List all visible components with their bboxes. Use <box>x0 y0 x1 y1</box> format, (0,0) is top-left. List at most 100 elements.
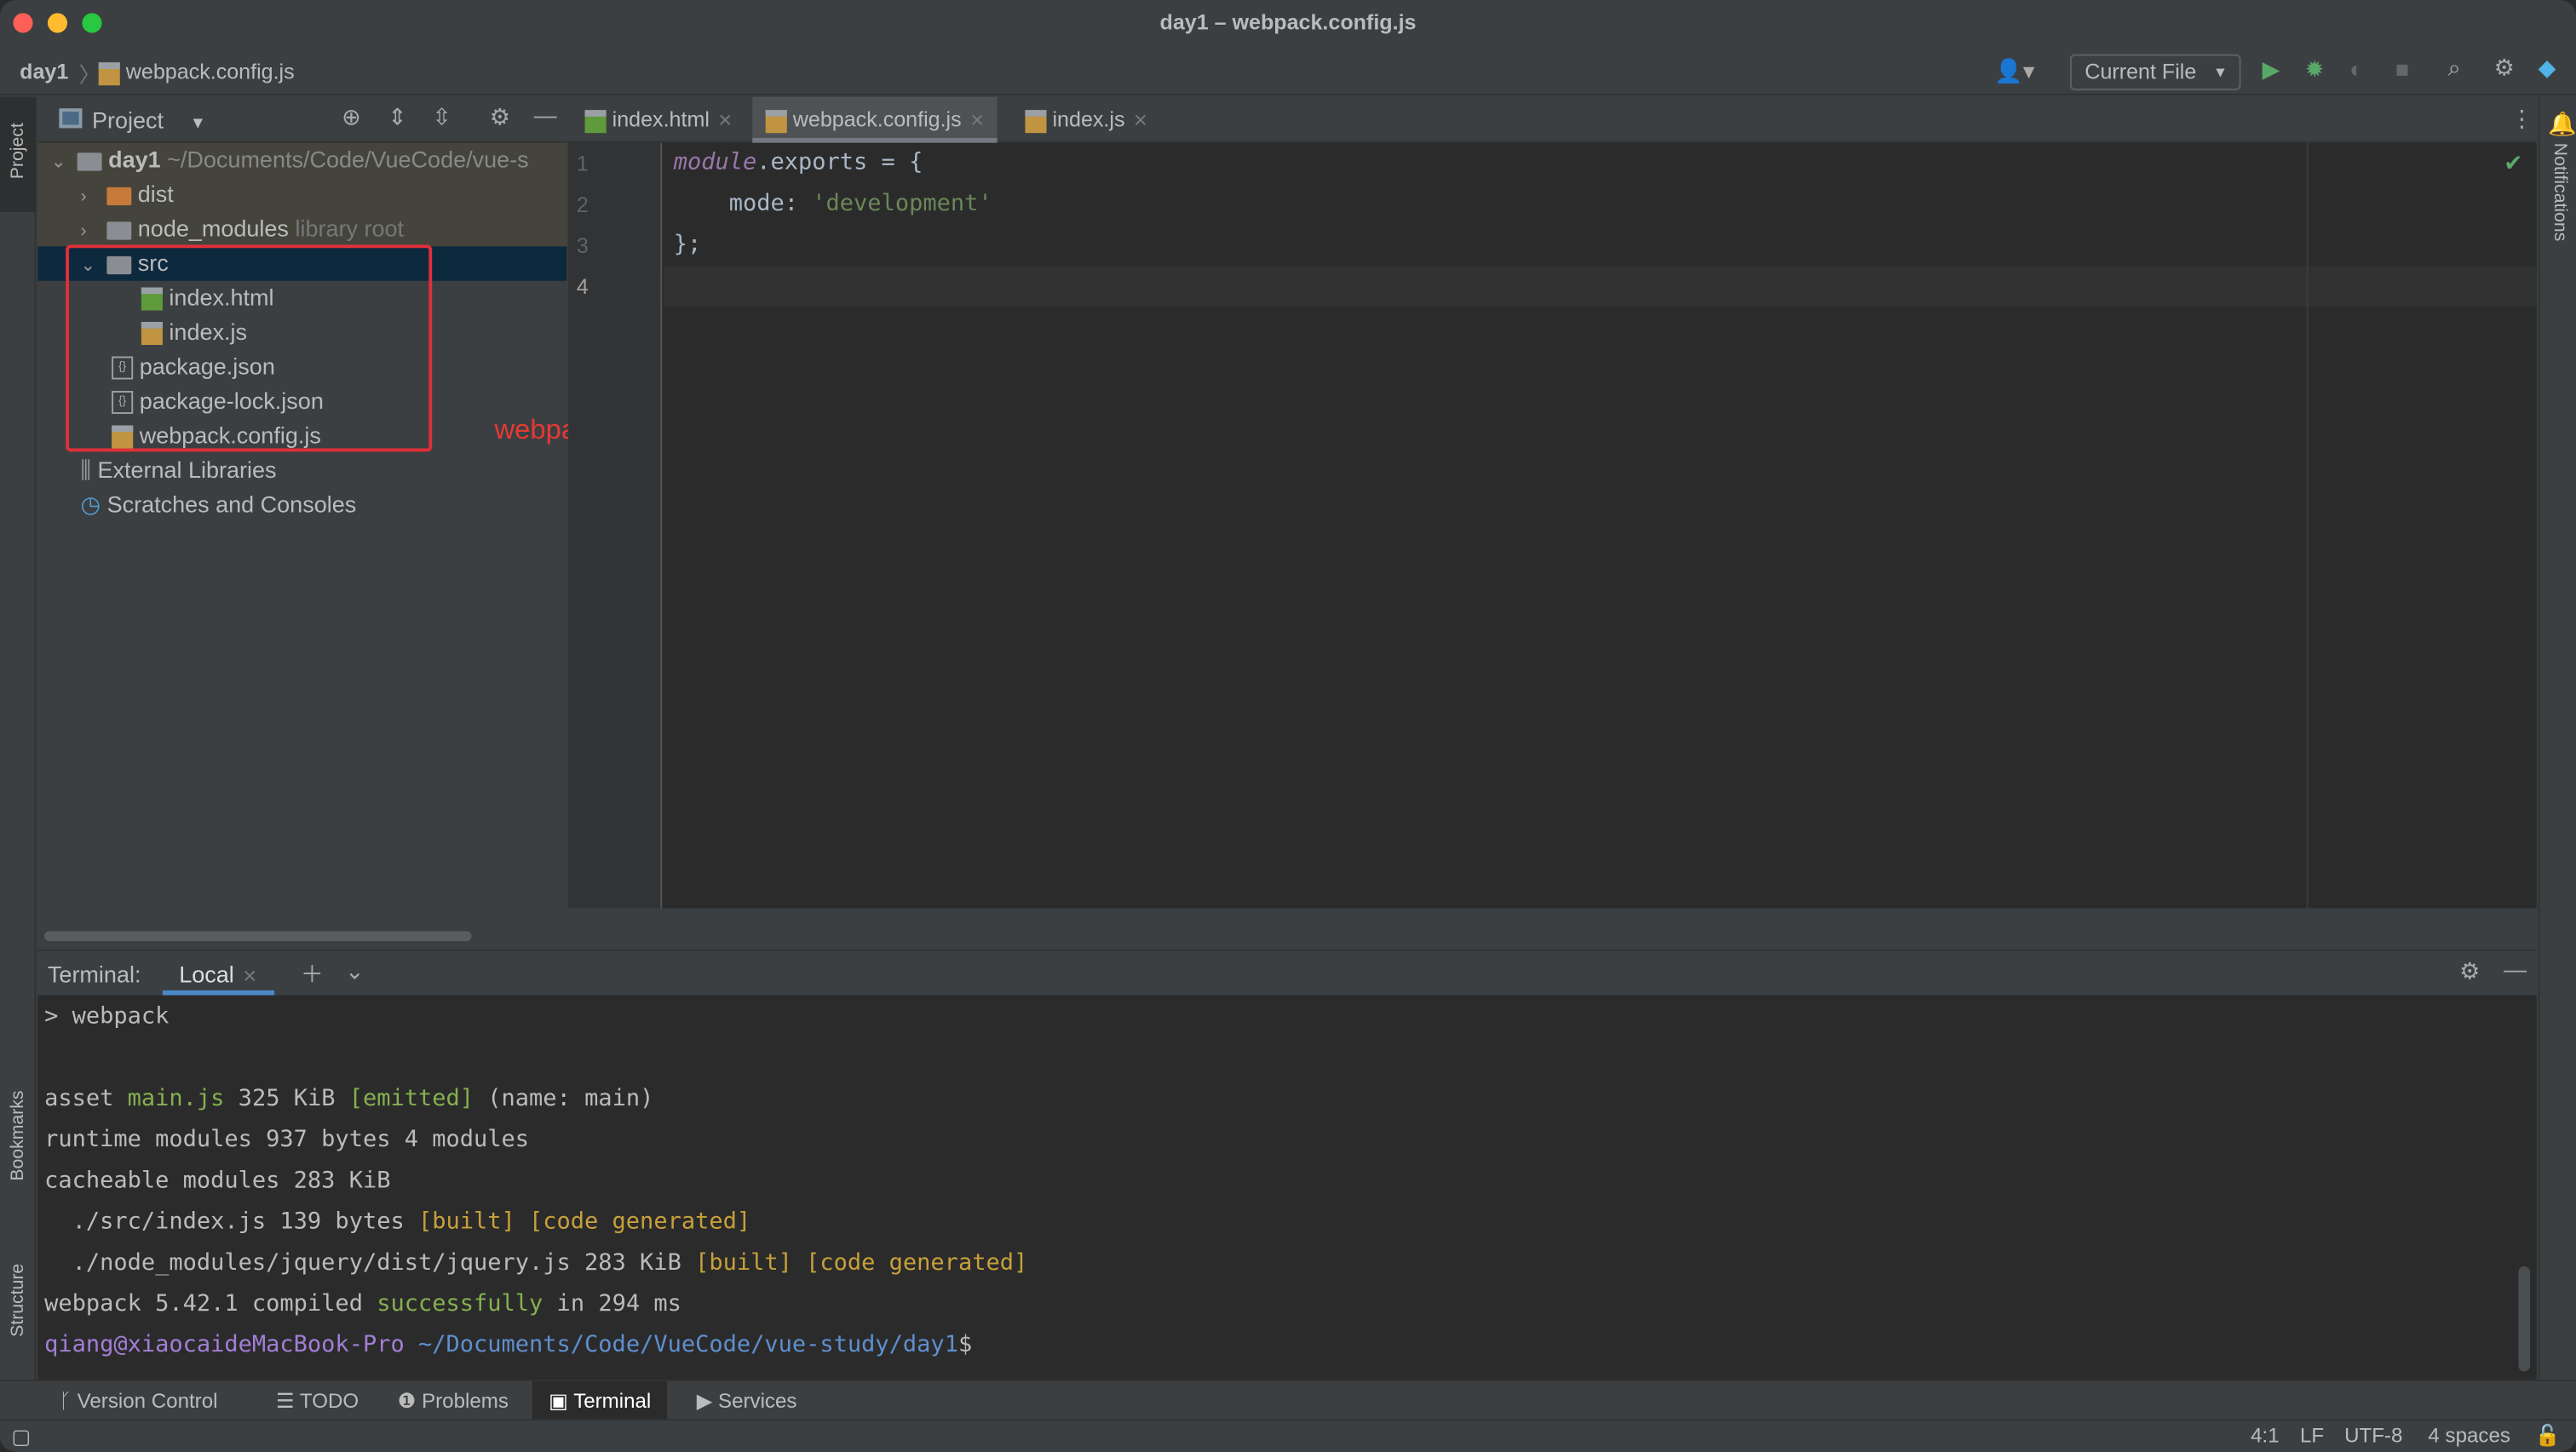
run-icon[interactable]: ▶ <box>2263 56 2280 84</box>
terminal-tab-local[interactable]: Local ✕ <box>162 951 274 996</box>
tree-item-external-libraries[interactable]: ⫼ External Libraries <box>37 453 566 487</box>
token: mode: <box>673 190 813 217</box>
library-root-hint: library root <box>295 215 405 242</box>
line-number: 4 <box>576 274 589 299</box>
tree-item-scratches[interactable]: ◷ Scratches and Consoles <box>37 488 566 523</box>
folder-icon <box>106 221 132 240</box>
tool-version-control[interactable]: ᚴ Version Control <box>49 1381 227 1420</box>
lock-icon[interactable]: 🔓 <box>2535 1424 2561 1449</box>
tab-label: webpack.config.js <box>792 106 962 132</box>
tool-problems[interactable]: ❶ Problems <box>388 1381 518 1420</box>
minimize-window-button[interactable] <box>47 13 68 33</box>
code-editor[interactable]: 1 2 3 4 module.exports = { mode: 'develo… <box>568 142 2537 909</box>
close-tab-icon[interactable]: ✕ <box>1133 112 1148 131</box>
collapse-all-icon[interactable]: ⇳ <box>432 103 451 131</box>
root-path: ~/Documents/Code/VueCode/vue-s <box>167 146 529 173</box>
stop-icon[interactable]: ■ <box>2395 56 2409 83</box>
root-name: day1 <box>108 146 161 173</box>
project-tool-label: Project <box>8 123 28 180</box>
project-title: Project <box>91 106 164 134</box>
bookmarks-tool-button[interactable]: Bookmarks <box>0 1066 36 1214</box>
token: }; <box>673 231 702 258</box>
structure-tool-button[interactable]: Structure <box>0 1238 36 1362</box>
caret-position[interactable]: 4:1 <box>2251 1424 2280 1447</box>
code-line: }; <box>674 232 702 258</box>
status-bar: ▢ 4:1 LF UTF-8 4 spaces 🔓 <box>0 1419 2576 1452</box>
html-file-icon <box>584 109 607 133</box>
run-configuration-select[interactable]: Current File ▼ <box>2069 54 2241 91</box>
locate-file-icon[interactable]: ⊕ <box>342 103 361 131</box>
gear-icon[interactable]: ⚙ <box>2494 55 2515 83</box>
terminal-dropdown-icon[interactable]: ⌄ <box>345 957 365 985</box>
line-separator[interactable]: LF <box>2300 1424 2324 1447</box>
js-file-icon <box>98 61 120 85</box>
t: [built] [code generated] <box>695 1249 1028 1277</box>
tab-index-js[interactable]: index.js ✕ <box>1012 97 1161 143</box>
close-tab-icon[interactable]: ✕ <box>969 112 985 131</box>
folder-icon <box>106 187 132 205</box>
tool-services[interactable]: ▶ Services <box>687 1381 807 1420</box>
terminal-output[interactable]: > webpack asset main.js 325 KiB [emitted… <box>37 995 2537 1380</box>
tool-todo[interactable]: ☰ TODO <box>266 1381 368 1420</box>
indent-setting[interactable]: 4 spaces <box>2428 1424 2510 1447</box>
scratches-icon: ◷ <box>80 491 101 518</box>
notifications-label[interactable]: Notifications <box>2550 143 2569 242</box>
tool-label: Version Control <box>77 1389 218 1413</box>
tree-item-dist[interactable]: › dist <box>37 177 567 212</box>
tab-label: index.html <box>612 106 710 132</box>
terminal-line: runtime modules 937 bytes 4 modules <box>44 1126 530 1153</box>
tree-item-root[interactable]: ⌄ day1 ~/Documents/Code/VueCode/vue-s <box>37 142 567 178</box>
bell-icon[interactable]: 🔔 <box>2548 110 2576 138</box>
terminal-line: ./src/index.js 139 bytes [built] [code g… <box>44 1208 751 1236</box>
user-icon[interactable]: 👤▾ <box>1994 57 2034 85</box>
more-tabs-icon[interactable]: ⋮ <box>2510 105 2533 133</box>
t: ./src/index.js 139 bytes <box>44 1208 418 1236</box>
jetbrains-logo-icon[interactable]: ◆ <box>2539 55 2556 83</box>
js-file-icon <box>765 109 787 133</box>
settings-icon[interactable]: ⚙ <box>490 103 510 131</box>
hide-terminal-icon[interactable]: — <box>2504 956 2527 982</box>
tool-terminal[interactable]: ▣ Terminal <box>532 1380 668 1421</box>
t: ./node_modules/jquery/dist/jquery.js 283… <box>44 1249 696 1277</box>
tab-index-html[interactable]: index.html ✕ <box>572 97 746 143</box>
t: in 294 ms <box>543 1290 681 1317</box>
run-config-label: Current File <box>2084 59 2197 84</box>
editor-tabs: index.html ✕ webpack.config.js ✕ index.js ✕… <box>568 96 2537 143</box>
project-view-icon <box>59 108 83 129</box>
tab-label: index.js <box>1052 106 1125 132</box>
window-title: day1 – webpack.config.js <box>1159 9 1417 35</box>
token: 'development' <box>812 190 992 217</box>
horizontal-scrollbar[interactable] <box>44 931 472 942</box>
terminal-line: ./node_modules/jquery/dist/jquery.js 283… <box>44 1249 1028 1277</box>
expand-all-icon[interactable]: ⇕ <box>388 103 407 131</box>
branch-icon: ᚴ <box>59 1389 72 1413</box>
file-encoding[interactable]: UTF-8 <box>2344 1424 2402 1447</box>
close-tab-icon[interactable]: ✕ <box>718 112 733 131</box>
maximize-window-button[interactable] <box>82 13 102 33</box>
tab-webpack-config[interactable]: webpack.config.js ✕ <box>752 96 998 143</box>
no-problems-check-icon[interactable]: ✔ <box>2504 149 2523 177</box>
t: ~/Documents/Code/VueCode/vue-study/day1 <box>404 1332 958 1358</box>
t: [built] [code generated] <box>417 1208 751 1236</box>
tree-item-node-modules[interactable]: › node_modules library root <box>37 211 567 247</box>
structure-label: Structure <box>8 1263 28 1337</box>
terminal-settings-icon[interactable]: ⚙ <box>2459 957 2480 985</box>
toggle-tool-windows-icon[interactable]: ▢ <box>11 1424 31 1449</box>
new-terminal-icon[interactable]: ＋ <box>301 957 324 990</box>
breadcrumb-project[interactable]: day1 <box>20 59 68 83</box>
breadcrumb-file[interactable]: webpack.config.js <box>98 59 295 85</box>
services-icon: ▶ <box>696 1389 713 1413</box>
terminal-icon: ▣ <box>549 1389 568 1413</box>
debug-icon[interactable]: ✹ <box>2305 56 2325 84</box>
hide-panel-icon[interactable]: — <box>534 102 557 129</box>
close-terminal-tab-icon[interactable]: ✕ <box>242 967 257 987</box>
search-icon[interactable]: ⌕ <box>2448 55 2461 83</box>
terminal-scrollbar[interactable] <box>2518 1265 2530 1372</box>
close-window-button[interactable] <box>13 13 33 33</box>
coverage-icon[interactable]: ◐ <box>2349 56 2363 83</box>
t: [emitted] <box>348 1085 474 1112</box>
token: module <box>673 149 757 176</box>
project-view-select[interactable]: Project ▼ <box>92 106 206 133</box>
project-tool-button[interactable]: Project <box>0 96 37 212</box>
tool-label: TODO <box>299 1389 359 1413</box>
